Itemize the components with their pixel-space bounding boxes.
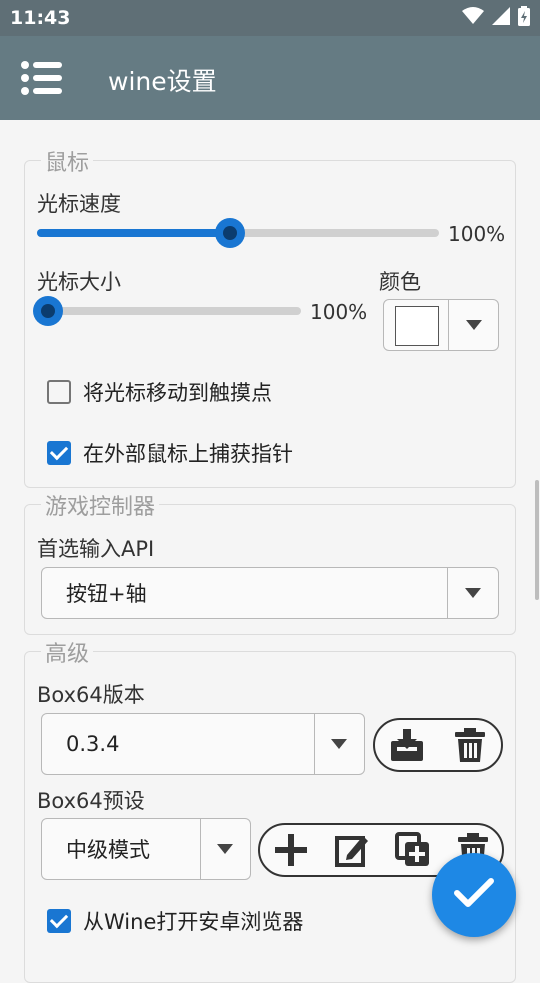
check-icon bbox=[454, 877, 494, 913]
open-android-browser-checkbox-row[interactable]: 从Wine打开安卓浏览器 bbox=[47, 906, 303, 936]
box64-preset-select[interactable]: 中级模式 bbox=[41, 818, 251, 880]
cursor-speed-slider[interactable] bbox=[37, 218, 439, 248]
wifi-icon bbox=[462, 7, 484, 29]
advanced-legend: 高级 bbox=[41, 636, 94, 668]
cursor-size-value: 100% bbox=[310, 300, 368, 324]
cursor-size-label: 光标大小 bbox=[37, 270, 121, 294]
box64-preset-label: Box64预设 bbox=[37, 789, 145, 813]
app-bar: wine设置 bbox=[0, 36, 540, 120]
trash-icon[interactable] bbox=[453, 727, 487, 763]
signal-icon bbox=[492, 7, 510, 29]
gamepad-legend: 游戏控制器 bbox=[41, 489, 160, 521]
page-title: wine设置 bbox=[108, 67, 217, 96]
chevron-down-icon bbox=[331, 739, 347, 749]
cursor-speed-label: 光标速度 bbox=[37, 192, 121, 216]
download-icon[interactable] bbox=[389, 727, 425, 763]
preferred-api-select[interactable]: 按钮+轴 bbox=[41, 567, 499, 619]
preferred-api-label: 首选输入API bbox=[37, 537, 155, 561]
move-cursor-checkbox[interactable] bbox=[47, 380, 71, 404]
battery-icon bbox=[518, 6, 530, 30]
open-android-browser-checkbox[interactable] bbox=[47, 909, 71, 933]
move-cursor-label: 将光标移动到触摸点 bbox=[83, 381, 272, 405]
gamepad-group: 游戏控制器 首选输入API 按钮+轴 bbox=[24, 489, 516, 635]
confirm-fab[interactable] bbox=[432, 853, 516, 937]
edit-icon[interactable] bbox=[334, 832, 370, 868]
cursor-size-slider[interactable] bbox=[33, 296, 301, 326]
slider-thumb[interactable] bbox=[214, 218, 245, 248]
chevron-down-icon bbox=[466, 320, 482, 330]
status-time: 11:43 bbox=[10, 7, 71, 29]
cursor-speed-value: 100% bbox=[448, 222, 506, 246]
slider-thumb[interactable] bbox=[33, 296, 63, 326]
menu-icon[interactable] bbox=[20, 58, 64, 98]
color-picker[interactable] bbox=[383, 299, 499, 351]
chevron-down-icon bbox=[465, 588, 481, 598]
copy-add-icon[interactable] bbox=[394, 832, 431, 868]
box64-version-label: Box64版本 bbox=[37, 683, 145, 707]
box64-version-actions bbox=[373, 718, 503, 772]
color-label: 颜色 bbox=[379, 270, 421, 294]
capture-pointer-checkbox-row[interactable]: 在外部鼠标上捕获指针 bbox=[47, 438, 293, 468]
mouse-group: 鼠标 光标速度 100% 光标大小 100% 颜色 将光标移动到触摸点 在外部鼠… bbox=[24, 145, 516, 488]
box64-version-select[interactable]: 0.3.4 bbox=[41, 713, 365, 775]
chevron-down-icon bbox=[217, 844, 233, 854]
slider-fill bbox=[37, 229, 230, 237]
color-swatch bbox=[395, 306, 439, 346]
scrollbar[interactable] bbox=[535, 480, 539, 600]
box64-version-value: 0.3.4 bbox=[66, 732, 120, 756]
move-cursor-checkbox-row[interactable]: 将光标移动到触摸点 bbox=[47, 377, 272, 407]
mouse-legend: 鼠标 bbox=[41, 145, 94, 177]
box64-preset-value: 中级模式 bbox=[66, 838, 150, 862]
preferred-api-value: 按钮+轴 bbox=[66, 582, 147, 606]
open-android-browser-label: 从Wine打开安卓浏览器 bbox=[83, 910, 304, 934]
status-bar: 11:43 bbox=[0, 0, 540, 36]
capture-pointer-checkbox[interactable] bbox=[47, 441, 71, 465]
add-icon[interactable] bbox=[273, 832, 309, 868]
advanced-group: 高级 Box64版本 0.3.4 Box64预设 中级模式 从Wine打开安卓浏… bbox=[24, 636, 516, 983]
capture-pointer-label: 在外部鼠标上捕获指针 bbox=[83, 442, 293, 466]
